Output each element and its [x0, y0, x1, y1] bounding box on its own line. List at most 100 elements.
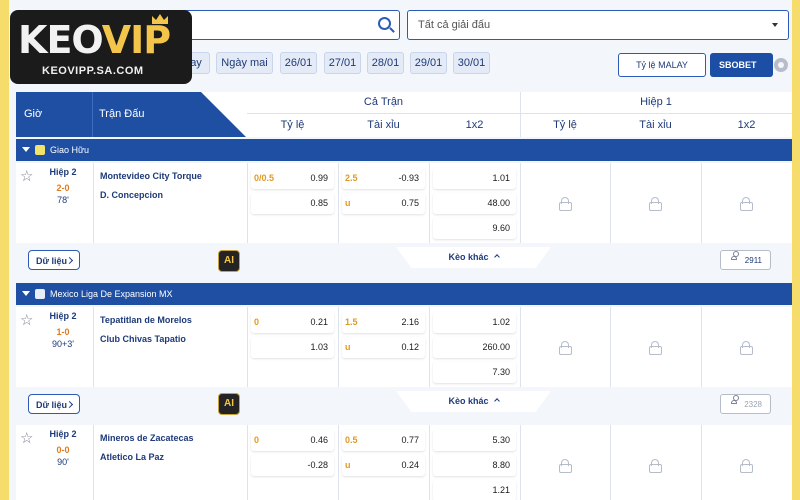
- date-tab-27[interactable]: 27/01: [324, 52, 361, 74]
- person-icon: [731, 251, 739, 260]
- match-period: Hiệp 2: [49, 429, 77, 439]
- odds-cell[interactable]: 0 0.21: [251, 312, 334, 333]
- match-info: ☆ Hiệp 2 2-0 78' Montevideo City Torque …: [16, 163, 247, 243]
- match-info: ☆ Hiệp 2 0-0 90' Mineros de Zacatecas At…: [16, 425, 247, 500]
- odds-value: 5.30: [492, 435, 510, 445]
- league-flag-icon: [35, 145, 45, 155]
- odds-cell[interactable]: 48.00: [433, 193, 516, 214]
- star-icon[interactable]: ☆: [20, 429, 33, 447]
- more-odds-label: Kèo khác: [448, 252, 489, 262]
- date-tab-tomorrow[interactable]: Ngày mai: [216, 52, 273, 74]
- header-col-handicap: Tỷ lệ: [280, 119, 305, 131]
- total-line: 1.5: [345, 317, 358, 327]
- odds-cell[interactable]: 2.5 -0.93: [342, 168, 425, 189]
- match-period: Hiệp 2: [49, 167, 77, 177]
- odds-value: 0.12: [401, 342, 419, 352]
- column-divider: [520, 425, 521, 500]
- date-tab-30[interactable]: 30/01: [453, 52, 490, 74]
- odds-value: 1.03: [310, 342, 328, 352]
- chevron-down-icon: [772, 23, 778, 27]
- odds-cell[interactable]: 9.60: [433, 218, 516, 239]
- odds-cell[interactable]: 5.30: [433, 430, 516, 451]
- viewers-count: 2911: [744, 256, 762, 265]
- column-divider: [610, 307, 611, 387]
- odds-type-select[interactable]: Tỷ lệ MALAY: [618, 53, 706, 77]
- crown-icon: [152, 14, 168, 24]
- odds-cell[interactable]: 1.01: [433, 168, 516, 189]
- odds-value: 0.99: [310, 173, 328, 183]
- bookmaker-select[interactable]: SBOBET: [710, 53, 773, 77]
- header-first-half: Hiệp 1: [640, 96, 672, 108]
- league-flag-icon: [35, 289, 45, 299]
- column-divider: [93, 307, 94, 387]
- date-tab-29[interactable]: 29/01: [410, 52, 447, 74]
- data-button[interactable]: Dữ liệu: [28, 394, 80, 414]
- lock-icon: [649, 341, 662, 355]
- odds-cell[interactable]: 1.5 2.16: [342, 312, 425, 333]
- gear-icon[interactable]: [774, 58, 788, 72]
- odds-cell[interactable]: 0/0.5 0.99: [251, 168, 334, 189]
- chevron-down-icon[interactable]: [22, 147, 30, 152]
- home-team: Tepatitlan de Morelos: [100, 315, 192, 325]
- match-score: 2-0: [56, 183, 70, 193]
- odds-cell[interactable]: 0 0.46: [251, 430, 334, 451]
- away-team: D. Concepcion: [100, 190, 164, 200]
- data-button-label: Dữ liệu: [36, 256, 68, 266]
- more-odds-button[interactable]: Kèo khác: [396, 247, 551, 268]
- date-tab-28[interactable]: 28/01: [367, 52, 404, 74]
- ai-icon[interactable]: AI: [218, 393, 240, 415]
- league-select[interactable]: Tất cả giải đấu: [407, 10, 789, 40]
- odds-cell[interactable]: 1.03: [251, 337, 334, 358]
- odds-cell[interactable]: u 0.75: [342, 193, 425, 214]
- match-score: 0-0: [56, 445, 70, 455]
- odds-value: 0.21: [310, 317, 328, 327]
- odds-cell[interactable]: 0.5 0.77: [342, 430, 425, 451]
- search-input[interactable]: [180, 10, 400, 40]
- home-team: Montevideo City Torque: [100, 171, 202, 181]
- column-divider: [338, 307, 339, 387]
- odds-value: 48.00: [487, 198, 510, 208]
- odds-cell[interactable]: 1.02: [433, 312, 516, 333]
- star-icon[interactable]: ☆: [20, 311, 33, 329]
- odds-value: 1.21: [492, 485, 510, 495]
- lock-icon: [559, 341, 572, 355]
- league-bar[interactable]: Mexico Liga De Expansion MX: [16, 283, 792, 305]
- match-info: ☆ Hiệp 2 1-0 90+3' Tepatitlan de Morelos…: [16, 307, 247, 387]
- column-divider: [701, 163, 702, 243]
- under-label: u: [345, 460, 351, 470]
- odds-cell[interactable]: 260.00: [433, 337, 516, 358]
- odds-cell[interactable]: 0.85: [251, 193, 334, 214]
- column-divider: [338, 425, 339, 500]
- date-tab-26[interactable]: 26/01: [280, 52, 317, 74]
- odds-cell[interactable]: 8.80: [433, 455, 516, 476]
- odds-cell[interactable]: -0.28: [251, 455, 334, 476]
- odds-cell[interactable]: 1.21: [433, 480, 516, 500]
- header-col-half-over-under: Tài xỉu: [639, 119, 672, 131]
- league-select-label: Tất cả giải đấu: [418, 19, 491, 31]
- column-divider: [520, 163, 521, 243]
- more-odds-button[interactable]: Kèo khác: [396, 391, 551, 412]
- column-divider: [610, 163, 611, 243]
- logo-url: KEOVIPP.SA.COM: [42, 65, 144, 77]
- odds-cell[interactable]: 7.30: [433, 362, 516, 383]
- column-divider: [93, 425, 94, 500]
- home-team: Mineros de Zacatecas: [100, 433, 194, 443]
- viewers-button[interactable]: 2911: [720, 250, 771, 270]
- match-row: ☆ Hiệp 2 2-0 78' Montevideo City Torque …: [16, 163, 792, 243]
- viewers-button[interactable]: 2328: [720, 394, 771, 414]
- column-divider: [610, 425, 611, 500]
- logo[interactable]: KEOVIP KEOVIPP.SA.COM: [10, 10, 192, 84]
- search-icon[interactable]: [378, 17, 391, 30]
- odds-value: 0.46: [310, 435, 328, 445]
- lock-icon: [649, 459, 662, 473]
- league-bar[interactable]: Giao Hữu: [16, 139, 792, 161]
- odds-cell[interactable]: u 0.24: [342, 455, 425, 476]
- odds-value: 260.00: [482, 342, 510, 352]
- ai-icon[interactable]: AI: [218, 250, 240, 272]
- chevron-down-icon[interactable]: [22, 291, 30, 296]
- match-row: ☆ Hiệp 2 1-0 90+3' Tepatitlan de Morelos…: [16, 307, 792, 387]
- data-button[interactable]: Dữ liệu: [28, 250, 80, 270]
- odds-cell[interactable]: u 0.12: [342, 337, 425, 358]
- star-icon[interactable]: ☆: [20, 167, 33, 185]
- column-divider: [520, 307, 521, 387]
